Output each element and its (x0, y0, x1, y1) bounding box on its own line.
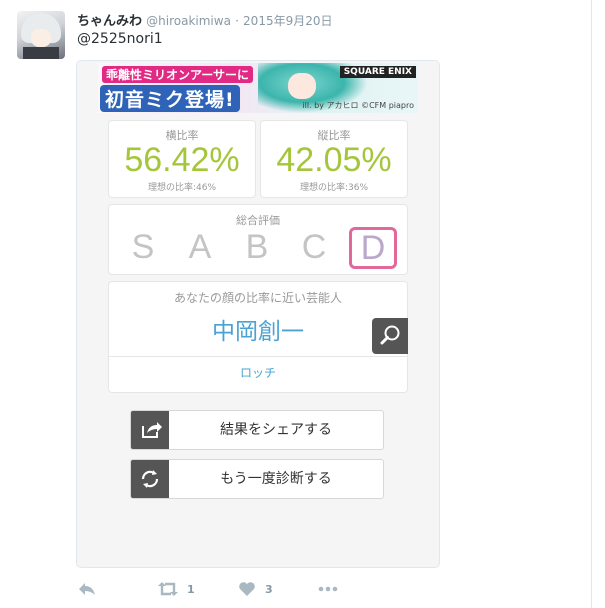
separator-dot: · (235, 14, 239, 28)
result-card: 乖離性ミリオンアーサーに 初音ミク登場! SQUARE ENIX ill. by… (76, 60, 440, 568)
grade-c: C (301, 228, 327, 266)
overall-evaluation-box: 総合評価 S A B C D (108, 204, 408, 275)
reply-icon (79, 583, 95, 595)
share-icon (131, 411, 169, 449)
like-button[interactable]: 3 (237, 578, 287, 600)
grade-a: A (188, 228, 212, 266)
tweet-action-bar: 1 3 (77, 578, 377, 600)
banner-headline: 乖離性ミリオンアーサーに (102, 66, 254, 83)
search-icon (380, 325, 400, 345)
grade-b: B (245, 228, 269, 266)
celebrity-name: 中岡創一 (212, 319, 304, 345)
like-count: 3 (265, 583, 273, 596)
retweet-icon (158, 582, 178, 596)
user-handle[interactable]: @hiroakimiwa (146, 14, 231, 28)
tweet-date[interactable]: 2015年9月20日 (243, 14, 332, 28)
ad-banner[interactable]: 乖離性ミリオンアーサーに 初音ミク登場! SQUARE ENIX ill. by… (98, 63, 418, 113)
share-result-label: 結果をシェアする (220, 422, 332, 438)
more-button[interactable] (317, 578, 341, 600)
vertical-ideal-ratio: 理想の比率:36% (299, 183, 369, 193)
grade-row: S A B C D (121, 227, 403, 271)
vertical-ratio-value: 42.05% (276, 141, 392, 179)
divider (109, 356, 407, 357)
retry-diagnosis-button[interactable]: もう一度診断する (130, 459, 384, 499)
celebrity-group-link[interactable]: ロッチ (109, 364, 407, 381)
banner-credit: ill. by アカヒロ ©CFM piapro (302, 101, 414, 110)
tweet-header: ちゃんみわ @hiroakimiwa · 2015年9月20日 (77, 10, 333, 29)
evaluation-title: 総合評価 (236, 214, 280, 227)
heart-icon (239, 582, 255, 596)
banner-title: 初音ミク登場! (100, 85, 240, 112)
celebrity-title: あなたの顔の比率に近い芸能人 (173, 291, 342, 305)
refresh-icon (131, 460, 169, 498)
horizontal-ratio-box: 横比率 56.42% 理想の比率:46% (108, 120, 256, 198)
grade-s: S (131, 228, 155, 266)
publisher-logo: SQUARE ENIX (339, 66, 416, 78)
more-icon (318, 586, 338, 592)
similar-celebrity-box: あなたの顔の比率に近い芸能人 中岡創一 ロッチ (108, 281, 408, 393)
avatar[interactable] (17, 11, 65, 59)
tweet-text[interactable]: @2525nori1 (77, 31, 163, 47)
share-result-button[interactable]: 結果をシェアする (130, 410, 384, 450)
reply-button[interactable] (77, 578, 107, 600)
retweet-button[interactable]: 1 (157, 578, 207, 600)
celebrity-search-button[interactable] (372, 318, 408, 354)
timeline-border (591, 0, 592, 608)
display-name[interactable]: ちゃんみわ (77, 14, 142, 29)
horizontal-ideal-ratio: 理想の比率:46% (147, 183, 217, 193)
grade-d-selected: D (349, 227, 397, 269)
horizontal-ratio-value: 56.42% (124, 141, 240, 179)
retry-diagnosis-label: もう一度診断する (220, 471, 332, 487)
vertical-ratio-box: 縦比率 42.05% 理想の比率:36% (260, 120, 408, 198)
retweet-count: 1 (187, 583, 195, 596)
